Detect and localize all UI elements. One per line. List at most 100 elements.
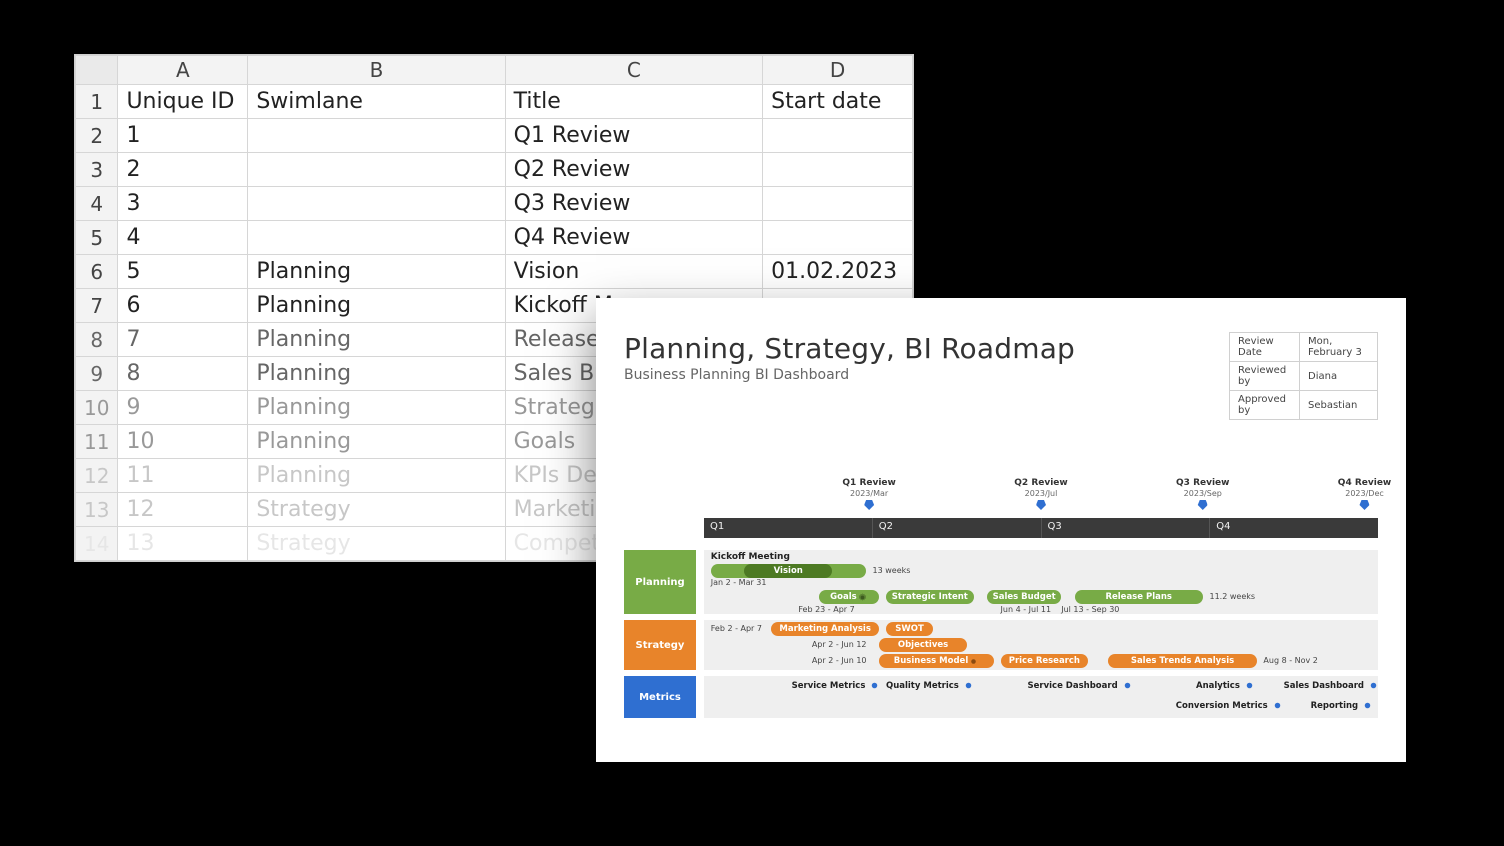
quarter-cell[interactable]: Q2: [872, 518, 1041, 538]
roadmap-subtitle: Business Planning BI Dashboard: [624, 367, 1075, 383]
row-header[interactable]: 13: [76, 493, 118, 527]
lane-label-strategy[interactable]: Strategy: [624, 620, 696, 670]
row-header[interactable]: 1: [76, 85, 118, 119]
row-header[interactable]: 9: [76, 357, 118, 391]
task-marketing-bar[interactable]: Marketing Analysis: [771, 622, 879, 636]
cell[interactable]: [763, 221, 913, 255]
cell[interactable]: Q1 Review: [505, 119, 762, 153]
meta-value: Sebastian: [1300, 391, 1378, 420]
milestone-q3[interactable]: Q3 Review 2023/Sep: [1176, 478, 1229, 510]
roadmap-timeline: Q1 Review 2023/Mar Q2 Review 2023/Jul Q3…: [624, 478, 1378, 718]
cell[interactable]: 8: [118, 357, 248, 391]
task-goals-bar[interactable]: Goals: [819, 590, 880, 604]
milestone-q2[interactable]: Q2 Review 2023/Jul: [1014, 478, 1067, 510]
cell[interactable]: [763, 187, 913, 221]
row-header[interactable]: 5: [76, 221, 118, 255]
milestone-q4[interactable]: Q4 Review 2023/Dec: [1338, 478, 1391, 510]
row-header[interactable]: 11: [76, 425, 118, 459]
cell[interactable]: Swimlane: [248, 85, 505, 119]
cell[interactable]: Q2 Review: [505, 153, 762, 187]
cell[interactable]: 13: [118, 527, 248, 561]
cell[interactable]: Planning: [248, 425, 505, 459]
cell[interactable]: 1: [118, 119, 248, 153]
cell[interactable]: 3: [118, 187, 248, 221]
cell[interactable]: Planning: [248, 289, 505, 323]
column-header-c[interactable]: C: [505, 56, 762, 85]
cell[interactable]: Q4 Review: [505, 221, 762, 255]
cell[interactable]: [248, 187, 505, 221]
task-vision-bar[interactable]: Vision: [744, 564, 832, 578]
column-header-b[interactable]: B: [248, 56, 505, 85]
cell[interactable]: 9: [118, 391, 248, 425]
cell[interactable]: [248, 119, 505, 153]
row-header[interactable]: 8: [76, 323, 118, 357]
cell[interactable]: [248, 153, 505, 187]
table-row: 43 Q3 Review: [76, 187, 913, 221]
cell[interactable]: Planning: [248, 357, 505, 391]
cell[interactable]: 12: [118, 493, 248, 527]
cell[interactable]: Q3 Review: [505, 187, 762, 221]
cell[interactable]: 6: [118, 289, 248, 323]
select-all-corner[interactable]: [76, 56, 118, 85]
cell[interactable]: 4: [118, 221, 248, 255]
row-header[interactable]: 3: [76, 153, 118, 187]
metric-quality[interactable]: Quality Metrics: [886, 680, 974, 691]
cell[interactable]: 2: [118, 153, 248, 187]
gear-icon: [963, 680, 974, 691]
cell[interactable]: Unique ID: [118, 85, 248, 119]
cell[interactable]: Planning: [248, 391, 505, 425]
task-bm-bar[interactable]: Business Model: [879, 654, 994, 668]
milestone-q1[interactable]: Q1 Review 2023/Mar: [842, 478, 895, 510]
bar-label: Goals: [830, 592, 857, 602]
gear-icon: [1362, 700, 1373, 711]
quarter-cell[interactable]: Q3: [1041, 518, 1210, 538]
cell[interactable]: Planning: [248, 459, 505, 493]
lane-label-planning[interactable]: Planning: [624, 550, 696, 614]
task-objectives-bar[interactable]: Objectives: [879, 638, 967, 652]
task-trends-bar[interactable]: Sales Trends Analysis: [1108, 654, 1256, 668]
quarter-cell[interactable]: Q1: [704, 518, 872, 538]
cell[interactable]: Title: [505, 85, 762, 119]
row-header[interactable]: 4: [76, 187, 118, 221]
quarter-cell[interactable]: Q4: [1209, 518, 1378, 538]
cell[interactable]: 11: [118, 459, 248, 493]
row-header[interactable]: 2: [76, 119, 118, 153]
cell[interactable]: Vision: [505, 255, 762, 289]
cell[interactable]: [763, 153, 913, 187]
task-release-bar[interactable]: Release Plans: [1075, 590, 1203, 604]
milestone-flag-icon: [864, 500, 874, 510]
row-header[interactable]: 14: [76, 527, 118, 561]
cell[interactable]: Strategy: [248, 493, 505, 527]
metric-svc-dash[interactable]: Service Dashboard: [1028, 680, 1133, 691]
row-header[interactable]: 12: [76, 459, 118, 493]
lane-label-metrics[interactable]: Metrics: [624, 676, 696, 718]
cell[interactable]: Strategy: [248, 527, 505, 561]
cell[interactable]: Planning: [248, 323, 505, 357]
task-swot-bar[interactable]: SWOT: [886, 622, 933, 636]
task-budget-bar[interactable]: Sales Budget: [987, 590, 1061, 604]
row-header[interactable]: 7: [76, 289, 118, 323]
chip-label: Service Metrics: [792, 681, 866, 691]
gear-icon: [968, 656, 979, 667]
row-header[interactable]: 10: [76, 391, 118, 425]
column-header-d[interactable]: D: [763, 56, 913, 85]
metric-service[interactable]: Service Metrics: [792, 680, 881, 691]
cell[interactable]: [248, 221, 505, 255]
metric-sales-dash[interactable]: Sales Dashboard: [1284, 680, 1379, 691]
task-release-duration: 11.2 weeks: [1210, 592, 1256, 601]
cell[interactable]: 5: [118, 255, 248, 289]
cell[interactable]: 10: [118, 425, 248, 459]
metric-analytics[interactable]: Analytics: [1196, 680, 1255, 691]
task-price-bar[interactable]: Price Research: [1001, 654, 1089, 668]
column-header-a[interactable]: A: [118, 56, 248, 85]
cell[interactable]: 01.02.2023: [763, 255, 913, 289]
cell[interactable]: 7: [118, 323, 248, 357]
cell[interactable]: Planning: [248, 255, 505, 289]
metric-conversion[interactable]: Conversion Metrics: [1176, 700, 1283, 711]
row-header[interactable]: 6: [76, 255, 118, 289]
meta-label: Reviewed by: [1230, 362, 1300, 391]
metric-reporting[interactable]: Reporting: [1311, 700, 1374, 711]
cell[interactable]: Start date: [763, 85, 913, 119]
task-intent-bar[interactable]: Strategic Intent: [886, 590, 974, 604]
cell[interactable]: [763, 119, 913, 153]
